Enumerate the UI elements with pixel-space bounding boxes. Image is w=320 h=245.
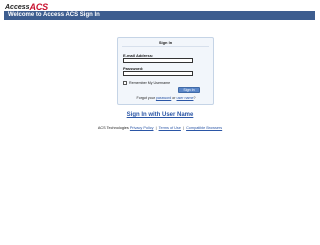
signin-heading: Sign In (158, 40, 173, 45)
footer-separator: | (183, 126, 184, 130)
terms-of-use-link[interactable]: Terms of Use (159, 126, 181, 130)
page-title: Welcome to Access ACS Sign In (8, 12, 100, 18)
welcome-title-bar: Welcome to Access ACS Sign In (4, 11, 315, 20)
signin-divider (122, 46, 209, 47)
remember-username-label: Remember My Username (129, 81, 171, 85)
password-field[interactable] (123, 71, 193, 76)
forgot-credentials-text: Forgot your password or user name? (123, 96, 209, 100)
forgot-suffix: ? (193, 96, 196, 100)
footer-company: ACS Technologies (97, 126, 129, 130)
compatible-browsers-link[interactable]: Compatible Browsers (186, 126, 222, 130)
forgot-or: or (172, 96, 176, 100)
footer-separator: | (155, 126, 157, 130)
email-field[interactable] (123, 58, 193, 63)
signin-with-username-link[interactable]: Sign In with User Name (0, 112, 320, 119)
remember-username-checkbox[interactable] (123, 81, 127, 85)
footer: ACS Technologies Privacy Policy | Terms … (0, 126, 320, 131)
privacy-policy-link[interactable]: Privacy Policy (130, 126, 154, 130)
sign-in-button[interactable]: Sign In (178, 87, 200, 93)
signin-panel: Sign In E-mail Address: Password: Rememb… (117, 37, 214, 105)
forgot-password-link[interactable]: password (156, 96, 171, 100)
forgot-username-link[interactable]: user name (177, 96, 194, 100)
forgot-prefix: Forgot your (136, 96, 155, 100)
